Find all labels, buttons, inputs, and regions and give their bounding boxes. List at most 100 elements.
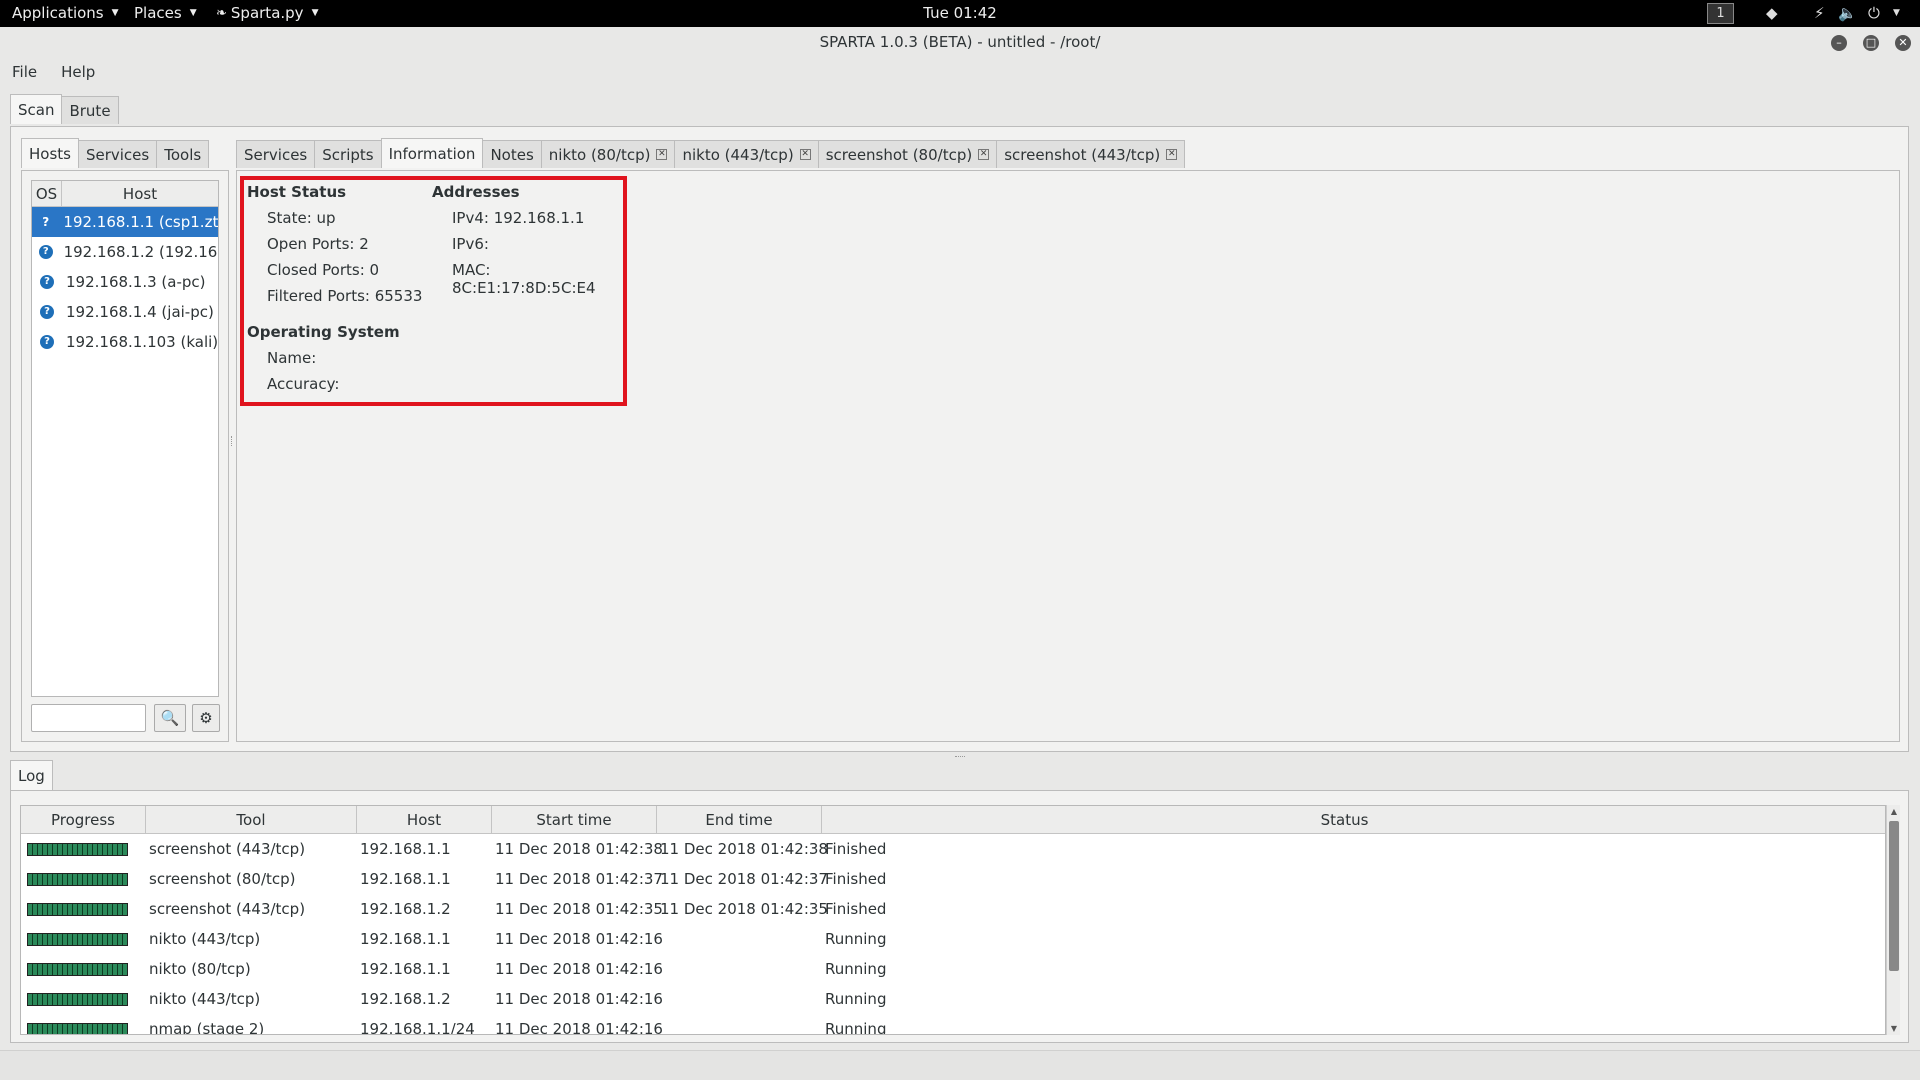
tab-screenshot-80[interactable]: screenshot (80/tcp) ✕	[817, 140, 998, 168]
host-row[interactable]: ? 192.168.1.103 (kali)	[32, 327, 218, 357]
start-cell: 11 Dec 2018 01:42:35	[495, 900, 663, 918]
status-cell: Finished	[825, 870, 887, 888]
tab-services[interactable]: Services	[77, 140, 158, 168]
mac-value: MAC: 8C:E1:17:8D:5C:E4	[452, 261, 596, 297]
log-scrollbar[interactable]: ▲ ▼	[1886, 805, 1900, 1035]
close-icon[interactable]: ✕	[799, 149, 811, 160]
host-cell: 192.168.1.2	[360, 990, 451, 1008]
col-tool[interactable]: Tool	[146, 806, 357, 833]
log-table-header: Progress Tool Host Start time End time S…	[21, 806, 1885, 834]
menubar: File Help	[0, 57, 107, 87]
col-host[interactable]: Host	[62, 181, 218, 206]
col-os[interactable]: OS	[32, 181, 62, 206]
close-icon[interactable]: ✕	[656, 149, 668, 160]
host-cell: 192.168.1.1/24	[360, 1020, 475, 1035]
ipv4-value: IPv4: 192.168.1.1	[452, 209, 585, 227]
end-cell: 11 Dec 2018 01:42:35	[660, 900, 828, 918]
tool-cell: nikto (443/tcp)	[149, 930, 261, 948]
workspace-indicator[interactable]: 1	[1707, 3, 1734, 24]
table-row[interactable]: screenshot (443/tcp) 192.168.1.2 11 Dec …	[21, 894, 1885, 924]
log-tabs: Log	[10, 760, 53, 790]
status-cell: Running	[825, 990, 887, 1008]
start-cell: 11 Dec 2018 01:42:38	[495, 840, 663, 858]
table-row[interactable]: nikto (80/tcp) 192.168.1.1 11 Dec 2018 0…	[21, 954, 1885, 984]
add-host-button[interactable]: ⚙	[192, 704, 220, 732]
menu-help[interactable]: Help	[49, 57, 107, 87]
tab-nikto-80[interactable]: nikto (80/tcp) ✕	[540, 140, 676, 168]
clock[interactable]: Tue 01:42	[0, 4, 1920, 22]
start-cell: 11 Dec 2018 01:42:16	[495, 930, 663, 948]
network-icon[interactable]: ⚡	[1814, 4, 1825, 22]
progress-bar	[27, 902, 128, 916]
close-icon[interactable]: ✕	[1166, 149, 1178, 160]
tab-label: nikto (80/tcp)	[548, 145, 651, 164]
splitter-handle[interactable]	[955, 756, 965, 759]
host-row[interactable]: ? 192.168.1.1 (csp1.zt...	[32, 207, 218, 237]
tool-cell: nikto (443/tcp)	[149, 990, 261, 1008]
tab-brute[interactable]: Brute	[61, 96, 119, 124]
progress-bar	[27, 962, 128, 976]
splitter-handle[interactable]	[231, 436, 234, 446]
status-cell: Finished	[825, 900, 887, 918]
tab-tools[interactable]: Tools	[156, 140, 210, 168]
tool-cell: screenshot (443/tcp)	[149, 840, 306, 858]
scroll-up-icon[interactable]: ▲	[1887, 807, 1901, 816]
col-status[interactable]: Status	[822, 806, 1867, 833]
table-row[interactable]: nikto (443/tcp) 192.168.1.2 11 Dec 2018 …	[21, 984, 1885, 1014]
tab-services[interactable]: Services	[236, 140, 316, 168]
close-button[interactable]: ✕	[1895, 35, 1911, 51]
tab-scan[interactable]: Scan	[10, 94, 63, 124]
chevron-down-icon[interactable]: ▼	[1893, 8, 1900, 18]
host-row[interactable]: ? 192.168.1.2 (192.16...	[32, 237, 218, 267]
table-row[interactable]: screenshot (443/tcp) 192.168.1.1 11 Dec …	[21, 834, 1885, 864]
host-label: 192.168.1.103 (kali)	[65, 333, 218, 351]
tab-notes[interactable]: Notes	[482, 140, 542, 168]
search-icon: 🔍	[160, 709, 180, 727]
host-filter-input[interactable]	[31, 704, 146, 732]
col-end-time[interactable]: End time	[657, 806, 822, 833]
tool-cell: nikto (80/tcp)	[149, 960, 251, 978]
os-accuracy-value: Accuracy:	[267, 375, 340, 393]
table-row[interactable]: screenshot (80/tcp) 192.168.1.1 11 Dec 2…	[21, 864, 1885, 894]
host-information-box: Host Status State: up Open Ports: 2 Clos…	[240, 176, 627, 406]
scrollbar-thumb[interactable]	[1889, 821, 1899, 971]
status-cell: Running	[825, 1020, 887, 1035]
maximize-button[interactable]: □	[1863, 35, 1879, 51]
col-start-time[interactable]: Start time	[492, 806, 657, 833]
open-ports-value: Open Ports: 2	[267, 235, 369, 253]
start-cell: 11 Dec 2018 01:42:16	[495, 1020, 663, 1035]
host-label: 192.168.1.3 (a-pc)	[66, 273, 206, 291]
tab-information[interactable]: Information	[380, 138, 484, 168]
col-progress[interactable]: Progress	[21, 806, 146, 833]
host-cell: 192.168.1.1	[360, 840, 451, 858]
close-icon[interactable]: ✕	[978, 149, 990, 160]
menu-file[interactable]: File	[0, 57, 49, 87]
table-row[interactable]: nikto (443/tcp) 192.168.1.1 11 Dec 2018 …	[21, 924, 1885, 954]
host-row[interactable]: ? 192.168.1.3 (a-pc)	[32, 267, 218, 297]
host-status-heading: Host Status	[247, 183, 347, 201]
progress-bar	[27, 932, 128, 946]
tab-screenshot-443[interactable]: screenshot (443/tcp) ✕	[996, 140, 1186, 168]
tab-scripts[interactable]: Scripts	[314, 140, 382, 168]
minimize-button[interactable]: –	[1831, 35, 1847, 51]
tool-cell: screenshot (80/tcp)	[149, 870, 296, 888]
volume-icon[interactable]: 🔈	[1838, 4, 1857, 22]
tab-hosts[interactable]: Hosts	[21, 138, 79, 168]
status-cell: Finished	[825, 840, 887, 858]
host-cell: 192.168.1.1	[360, 870, 451, 888]
search-button[interactable]: 🔍	[154, 704, 186, 732]
scroll-down-icon[interactable]: ▼	[1887, 1024, 1901, 1033]
tab-log[interactable]: Log	[10, 760, 53, 790]
unknown-os-icon: ?	[40, 305, 54, 319]
col-host[interactable]: Host	[357, 806, 492, 833]
video-icon[interactable]: ◆	[1766, 4, 1778, 22]
host-cell: 192.168.1.1	[360, 960, 451, 978]
tab-label: nikto (443/tcp)	[682, 145, 794, 164]
host-row[interactable]: ? 192.168.1.4 (jai-pc)	[32, 297, 218, 327]
host-cell: 192.168.1.2	[360, 900, 451, 918]
power-icon[interactable]: ⏻	[1868, 4, 1880, 22]
progress-bar	[27, 1022, 128, 1034]
tab-nikto-443[interactable]: nikto (443/tcp) ✕	[674, 140, 819, 168]
window-titlebar[interactable]: SPARTA 1.0.3 (BETA) - untitled - /root/ …	[0, 27, 1920, 57]
table-row[interactable]: nmap (stage 2) 192.168.1.1/24 11 Dec 201…	[21, 1014, 1885, 1035]
